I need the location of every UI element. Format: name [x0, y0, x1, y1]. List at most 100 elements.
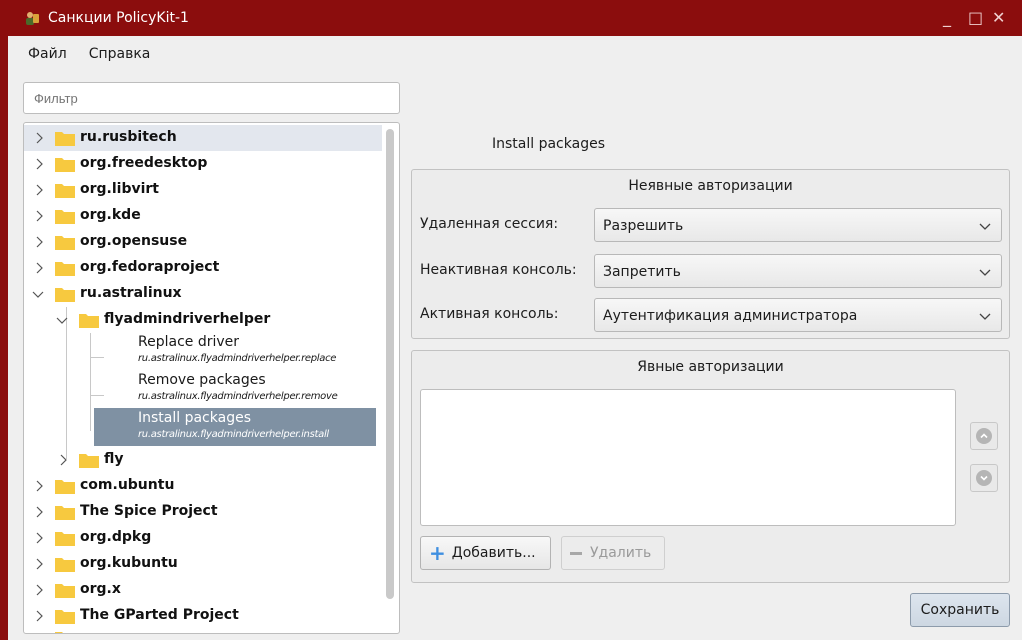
selected-action-title: Install packages: [492, 136, 605, 152]
action-id: ru.astralinux.flyadmindriverhelper.remov…: [138, 391, 338, 402]
add-button[interactable]: + Добавить...: [420, 536, 551, 570]
chevron-right-icon[interactable]: [34, 532, 46, 544]
chevron-right-icon[interactable]: [58, 454, 70, 466]
folder-icon: [55, 532, 75, 546]
tree-node-org-x[interactable]: org.x: [24, 577, 382, 603]
tree-node-label: org.fedoraproject: [80, 259, 220, 275]
tree-node-org-freedesktop[interactable]: org.freedesktop: [24, 151, 382, 177]
folder-icon: [55, 632, 63, 633]
tree-node-gparted-project[interactable]: The GParted Project: [24, 603, 382, 629]
chevron-right-icon[interactable]: [34, 480, 46, 492]
action-title: Install packages: [138, 410, 251, 426]
tree-node-org-kubuntu[interactable]: org.kubuntu: [24, 551, 382, 577]
action-id: ru.astralinux.flyadmindriverhelper.repla…: [138, 353, 337, 364]
implicit-authorizations-group: Неявные авторизации Удаленная сессия: Ра…: [411, 169, 1010, 339]
tree-action-replace-driver[interactable]: Replace driver ru.astralinux.flyadmindri…: [94, 332, 376, 370]
folder-icon: [55, 262, 75, 276]
chevron-right-icon[interactable]: [34, 584, 46, 596]
minimize-button[interactable]: _: [943, 8, 951, 28]
chevron-right-icon[interactable]: [34, 262, 46, 274]
remove-button-label: Удалить: [590, 545, 652, 561]
group-title: Явные авторизации: [637, 359, 784, 375]
folder-icon: [55, 236, 75, 250]
tree-node-flyadmindriverhelper[interactable]: flyadmindriverhelper: [24, 307, 382, 333]
tree-node-label: ru.astralinux: [80, 285, 182, 301]
chevron-right-icon[interactable]: [34, 158, 46, 170]
chevron-right-icon[interactable]: [34, 558, 46, 570]
maximize-button[interactable]: □: [968, 8, 983, 28]
chevron-down-icon[interactable]: [32, 289, 44, 301]
action-title: Replace driver: [138, 334, 240, 350]
menu-help[interactable]: Справка: [89, 46, 151, 62]
tree-action-remove-packages[interactable]: Remove packages ru.astralinux.flyadmindr…: [94, 370, 376, 408]
tree-node-fly[interactable]: fly: [24, 447, 382, 473]
inactive-console-label: Неактивная консоль:: [420, 262, 577, 278]
remote-session-select[interactable]: Разрешить: [594, 208, 1002, 242]
chevron-down-icon: [976, 470, 992, 486]
plus-icon: +: [429, 541, 446, 565]
close-button[interactable]: ✕: [992, 8, 1005, 28]
move-down-button[interactable]: [970, 464, 998, 492]
chevron-up-icon: [976, 428, 992, 444]
tree-node-label: org.freedesktop: [80, 155, 208, 171]
select-value: Запретить: [603, 264, 681, 280]
select-value: Разрешить: [603, 218, 684, 234]
remove-button[interactable]: Удалить: [561, 536, 665, 570]
tree-node-spice-project[interactable]: The Spice Project: [24, 499, 382, 525]
chevron-down-icon[interactable]: [56, 315, 68, 327]
menu-file[interactable]: Файл: [28, 46, 67, 62]
tree-node-org-dpkg[interactable]: org.dpkg: [24, 525, 382, 551]
tree-node-org-opensuse[interactable]: org.opensuse: [24, 229, 382, 255]
tree-node-label: org.x: [80, 581, 121, 597]
tree-scrollbar[interactable]: [382, 125, 398, 631]
chevron-right-icon[interactable]: [34, 132, 46, 144]
folder-icon: [55, 158, 75, 172]
tree-node-com-ubuntu[interactable]: com.ubuntu: [24, 473, 382, 499]
folder-icon: [55, 506, 75, 520]
inactive-console-select[interactable]: Запретить: [594, 254, 1002, 288]
folder-icon: [79, 454, 99, 468]
active-console-select[interactable]: Аутентификация администратора: [594, 298, 1002, 332]
folder-icon: [55, 558, 75, 572]
tree-node-ru-astralinux[interactable]: ru.astralinux: [24, 281, 382, 307]
title-bar: Санкции PolicyKit-1 _ □ ✕: [8, 0, 1022, 36]
chevron-right-icon[interactable]: [34, 506, 46, 518]
folder-icon: [55, 184, 75, 198]
add-button-label: Добавить...: [451, 545, 536, 561]
app-window: Санкции PolicyKit-1 _ □ ✕ Файл Справка r…: [8, 0, 1022, 640]
active-console-label: Активная консоль:: [420, 306, 559, 322]
save-button-label: Сохранить: [920, 602, 1000, 618]
group-title: Неявные авторизации: [628, 178, 793, 194]
minus-icon: [570, 551, 582, 555]
chevron-right-icon[interactable]: [34, 184, 46, 196]
tree-action-install-packages[interactable]: Install packages ru.astralinux.flyadmind…: [94, 408, 376, 446]
tree-guide-line: [90, 333, 91, 431]
tree-node-org-libvirt[interactable]: org.libvirt: [24, 177, 382, 203]
chevron-right-icon[interactable]: [34, 210, 46, 222]
tree-node-ru-rusbitech[interactable]: ru.rusbitech: [24, 125, 382, 151]
tree-node-org-kde[interactable]: org.kde: [24, 203, 382, 229]
tree-node-label: The GParted Project: [80, 607, 239, 623]
move-up-button[interactable]: [970, 422, 998, 450]
tree-node-label: org.libvirt: [80, 181, 160, 197]
chevron-down-icon: [979, 313, 991, 320]
folder-icon: [55, 480, 75, 494]
chevron-right-icon[interactable]: [34, 610, 46, 622]
action-title: Remove packages: [138, 372, 266, 388]
chevron-down-icon: [979, 223, 991, 230]
folder-icon: [55, 288, 75, 302]
tree-node-label: org.dpkg: [80, 529, 152, 545]
select-value: Аутентификация администратора: [603, 308, 858, 324]
scrollbar-thumb[interactable]: [386, 129, 394, 599]
chevron-right-icon[interactable]: [34, 236, 46, 248]
tree-node-org-fedoraproject[interactable]: org.fedoraproject: [24, 255, 382, 281]
explicit-authorizations-list[interactable]: [420, 389, 956, 526]
tree-node-label: flyadmindriverhelper: [104, 311, 271, 327]
save-button[interactable]: Сохранить: [910, 593, 1010, 627]
tree-node-label: org.opensuse: [80, 233, 188, 249]
filter-input[interactable]: [23, 82, 400, 114]
remote-session-label: Удаленная сессия:: [420, 216, 559, 232]
policy-tree[interactable]: ru.rusbitech org.freedesktop org.libvirt…: [23, 122, 400, 634]
folder-icon: [55, 610, 75, 624]
folder-icon: [55, 210, 75, 224]
